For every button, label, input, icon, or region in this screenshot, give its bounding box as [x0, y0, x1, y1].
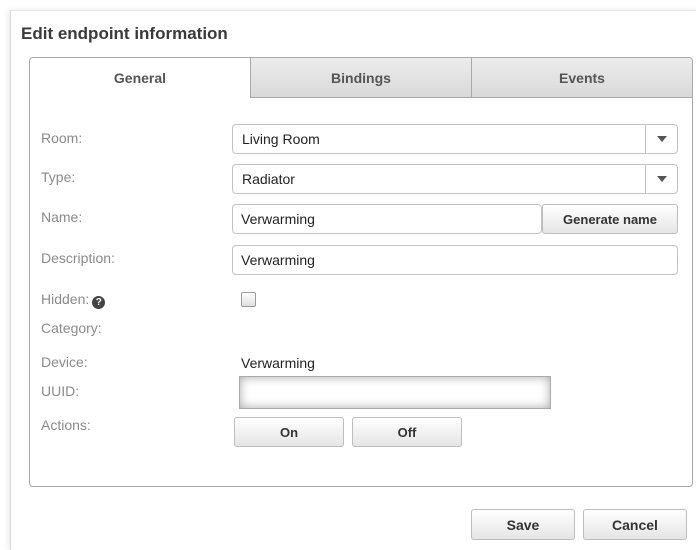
room-label: Room: — [41, 130, 83, 146]
description-label: Description: — [41, 250, 115, 266]
type-label: Type: — [41, 169, 76, 185]
chevron-down-icon[interactable] — [645, 165, 677, 193]
save-button[interactable]: Save — [471, 509, 575, 540]
off-button[interactable]: Off — [352, 417, 462, 447]
cancel-button[interactable]: Cancel — [583, 509, 687, 540]
uuid-label: UUID: — [41, 383, 80, 399]
on-button[interactable]: On — [234, 417, 344, 447]
room-select-value: Living Room — [242, 131, 320, 147]
tab-bar: General Bindings Events — [30, 58, 692, 98]
dialog-title: Edit endpoint information — [21, 24, 228, 43]
hidden-checkbox[interactable] — [241, 292, 256, 307]
type-select-value: Radiator — [242, 171, 295, 187]
device-label: Device: — [41, 354, 88, 370]
device-value: Verwarming — [241, 355, 315, 371]
description-input[interactable] — [232, 245, 678, 275]
edit-endpoint-dialog: Edit endpoint information General Bindin… — [10, 10, 696, 550]
tab-events[interactable]: Events — [471, 58, 692, 98]
name-label: Name: — [41, 209, 83, 225]
uuid-field[interactable] — [239, 376, 551, 409]
hidden-label: Hidden:? — [41, 291, 106, 309]
type-select[interactable]: Radiator — [232, 164, 678, 194]
actions-label: Actions: — [41, 417, 91, 433]
generate-name-button[interactable]: Generate name — [542, 204, 678, 234]
chevron-down-icon[interactable] — [645, 125, 677, 153]
tab-general[interactable]: General — [30, 58, 250, 98]
category-label: Category: — [41, 320, 102, 336]
room-select[interactable]: Living Room — [232, 124, 678, 154]
tab-bindings[interactable]: Bindings — [250, 58, 471, 98]
hidden-label-text: Hidden: — [41, 291, 90, 307]
name-input[interactable] — [232, 204, 542, 234]
help-icon[interactable]: ? — [92, 296, 106, 309]
